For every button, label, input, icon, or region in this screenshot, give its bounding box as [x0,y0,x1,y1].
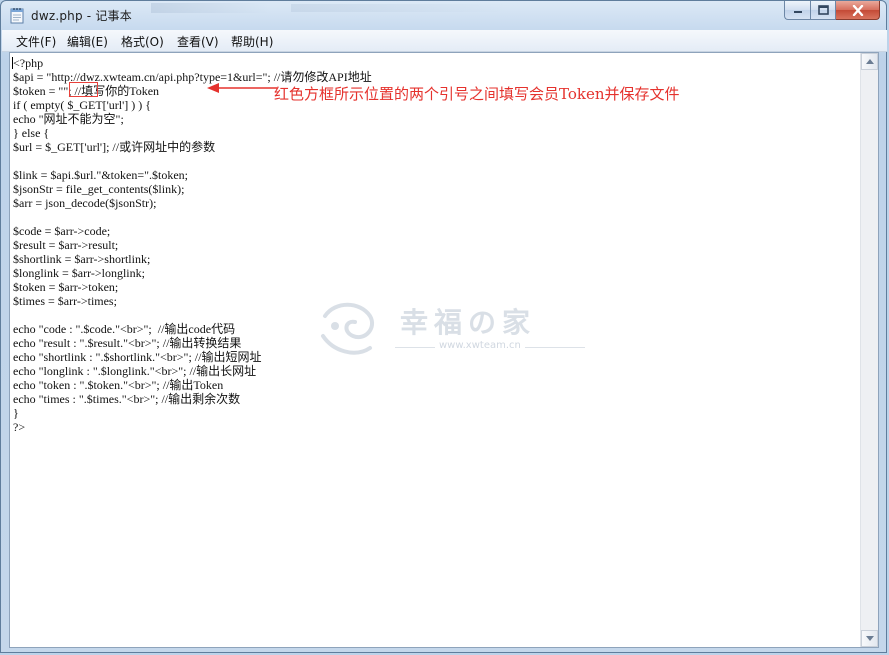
menu-help[interactable]: 帮助(H) [227,32,277,51]
notepad-icon[interactable] [10,7,24,24]
code-line[interactable]: $times = $arr->times; [13,294,372,308]
chevron-up-icon [865,59,874,64]
window-title: dwz.php - 记事本 [31,9,132,23]
notepad-window: dwz.php - 记事本 文件(F) 编辑(E) 格式(O) 查看(V) 帮助… [0,0,887,653]
maximize-icon [817,5,829,15]
scroll-up-button[interactable] [861,53,878,70]
chevron-down-icon [865,636,874,641]
code-line[interactable] [13,154,372,168]
minimize-icon [793,11,802,13]
scroll-down-button[interactable] [861,630,878,647]
code-line[interactable]: $api = "http://dwz.xwteam.cn/api.php?typ… [13,70,372,84]
code-text[interactable]: <?php $api = "http://dwz.xwteam.cn/api.ph… [13,56,372,434]
text-editor[interactable]: <?php $api = "http://dwz.xwteam.cn/api.ph… [9,52,879,648]
title-reflection [291,4,511,12]
close-icon [852,4,863,16]
code-line[interactable]: $link = $api.$url."&token=".$token; [13,168,372,182]
maximize-button[interactable] [810,1,836,20]
menu-file[interactable]: 文件(F) [12,32,60,51]
code-line[interactable]: $url = $_GET['url']; //或许网址中的参数 [13,140,372,154]
code-line[interactable]: $shortlink = $arr->shortlink; [13,252,372,266]
title-reflection [151,3,271,13]
watermark-url: www.xwteam.cn [435,340,525,351]
minimize-button[interactable] [784,1,810,20]
code-line[interactable]: echo "shortlink : ".$shortlink."<br>"; /… [13,350,372,364]
code-line[interactable]: $arr = json_decode($jsonStr); [13,196,372,210]
title-bar[interactable]: dwz.php - 记事本 [1,1,886,30]
watermark-divider [395,347,585,348]
code-line[interactable]: echo "网址不能为空"; [13,112,372,126]
annotation-text: 红色方框所示位置的两个引号之间填写会员Token并保存文件 [274,85,680,103]
code-line[interactable]: } [13,406,372,420]
code-line[interactable]: echo "longlink : ".$longlink."<br>"; //输… [13,364,372,378]
menu-edit[interactable]: 编辑(E) [63,32,112,51]
code-line[interactable]: ?> [13,420,372,434]
code-line[interactable] [13,210,372,224]
code-line[interactable]: echo "token : ".$token."<br>"; //输出Token [13,378,372,392]
code-line[interactable]: echo "times : ".$times."<br>"; //输出剩余次数 [13,392,372,406]
code-line[interactable]: $token = $arr->token; [13,280,372,294]
menu-format[interactable]: 格式(O) [117,32,168,51]
code-line[interactable]: $jsonStr = file_get_contents($link); [13,182,372,196]
close-button[interactable] [836,1,880,20]
red-arrow-icon [207,83,277,93]
code-line[interactable] [13,308,372,322]
code-line[interactable]: echo "code : ".$code."<br>"; //输出code代码 [13,322,372,336]
code-line[interactable]: <?php [13,56,372,70]
menu-view[interactable]: 查看(V) [173,32,223,51]
token-highlight-box [69,82,98,97]
code-line[interactable]: $longlink = $arr->longlink; [13,266,372,280]
code-line[interactable]: $result = $arr->result; [13,238,372,252]
code-line[interactable]: } else { [13,126,372,140]
watermark-brand: 幸福の家 [400,306,537,339]
menu-bar: 文件(F) 编辑(E) 格式(O) 查看(V) 帮助(H) [2,30,887,52]
scroll-track[interactable] [861,70,878,630]
vertical-scrollbar[interactable] [860,53,878,647]
caption-buttons [784,1,880,21]
text-caret [12,57,13,69]
code-line[interactable]: $code = $arr->code; [13,224,372,238]
code-line[interactable]: echo "result : ".$result."<br>"; //输出转换结… [13,336,372,350]
